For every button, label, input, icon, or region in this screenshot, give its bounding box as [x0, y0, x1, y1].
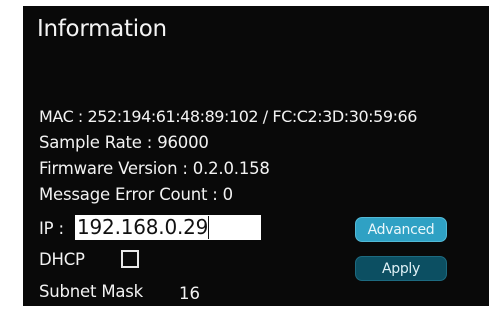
- information-panel: Information MAC : 252:194:61:48:89:102 /…: [23, 6, 489, 306]
- subnet-mask-label: Subnet Mask: [39, 282, 144, 301]
- sample-rate-text: Sample Rate : 96000: [39, 133, 209, 152]
- dhcp-label: DHCP: [39, 250, 85, 269]
- advanced-button[interactable]: Advanced: [355, 217, 447, 242]
- message-error-count-text: Message Error Count : 0: [39, 185, 233, 204]
- firmware-version-text: Firmware Version : 0.2.0.158: [39, 159, 270, 178]
- dhcp-checkbox[interactable]: [121, 250, 139, 268]
- mac-address-text: MAC : 252:194:61:48:89:102 / FC:C2:3D:30…: [39, 107, 417, 126]
- subnet-mask-value: 16: [179, 284, 200, 303]
- ip-label: IP :: [39, 219, 64, 238]
- ip-address-input[interactable]: [75, 215, 261, 240]
- panel-title: Information: [37, 16, 167, 42]
- text-cursor: [208, 216, 209, 239]
- apply-button[interactable]: Apply: [355, 256, 447, 281]
